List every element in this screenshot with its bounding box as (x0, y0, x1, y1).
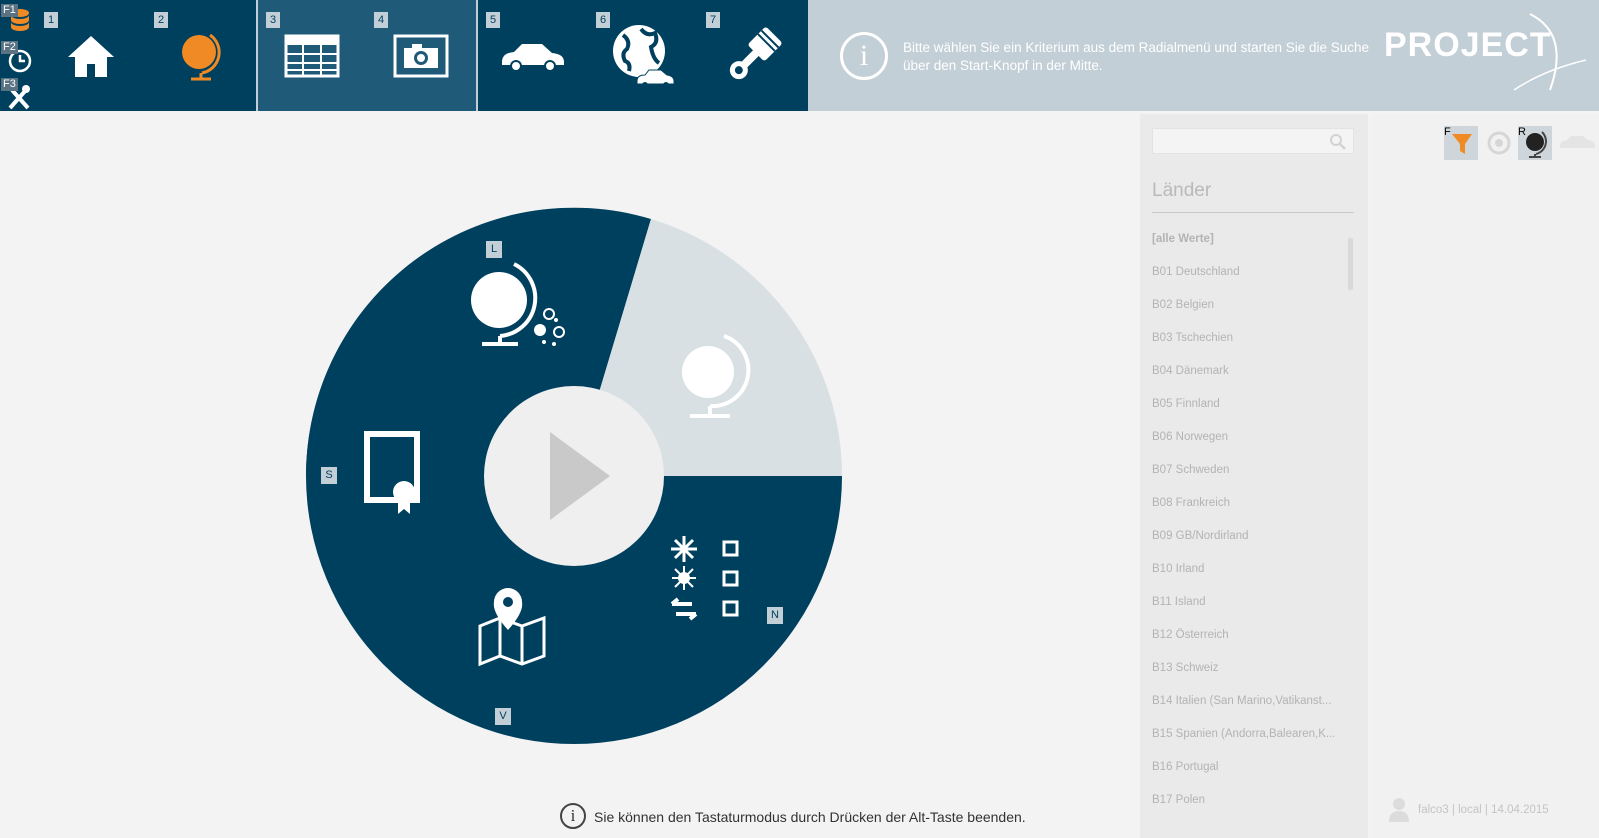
piston-icon (729, 27, 782, 80)
filter-panel: Länder [alle Werte] B01 Deutschland B02 Be… (1140, 114, 1368, 838)
car-outline-icon (1560, 136, 1595, 148)
shortcut-key: R (1518, 126, 1526, 138)
list-item[interactable]: B04 Dänemark (1152, 364, 1342, 397)
list-item[interactable]: B06 Norwegen (1152, 430, 1342, 463)
car-icon (502, 44, 564, 72)
hint-info-icon: i (560, 803, 586, 829)
search-input[interactable] (1152, 128, 1354, 154)
search-icon (1330, 134, 1346, 150)
list-item[interactable]: B15 Spanien (Andorra,Balearen,K... (1152, 727, 1342, 760)
key-badge-n: N (767, 607, 783, 624)
key-badge-s: S (321, 467, 337, 484)
key-badge-l: L (486, 241, 502, 258)
app-window: F1 F2 F3 1 2 3 4 5 6 7 i Bitte wählen Si… (0, 0, 1599, 838)
keyboard-mode-hint: Sie können den Tastaturmodus durch Drück… (594, 809, 1026, 825)
tile-car[interactable]: 5 (478, 0, 588, 111)
list-item[interactable]: B11 Island (1152, 595, 1342, 628)
tile-number: 7 (706, 12, 720, 28)
tile-globe[interactable]: 2 (146, 0, 256, 111)
status-line: falco3 | local | 14.04.2015 (1418, 804, 1549, 816)
shortcut-key: F (1444, 126, 1451, 138)
f3-key-label: F3 (1, 78, 18, 91)
info-icon: i (840, 32, 888, 80)
tile-table[interactable]: 3 (258, 0, 366, 111)
eye-button[interactable] (1482, 126, 1516, 160)
tile-number: 4 (374, 12, 388, 28)
logo-swoosh-icon (1513, 13, 1587, 91)
list-item[interactable]: B08 Frankreich (1152, 496, 1342, 529)
tile-number: 1 (44, 12, 58, 28)
tile-number: 3 (266, 12, 280, 28)
list-item[interactable]: B16 Portugal (1152, 760, 1342, 793)
f1-database-button[interactable]: F1 (0, 0, 36, 37)
camera-icon (393, 34, 449, 78)
tile-number: 6 (596, 12, 610, 28)
list-item[interactable]: [alle Werte] (1152, 232, 1342, 265)
list-item[interactable]: B03 Tschechien (1152, 331, 1342, 364)
tile-earth-car[interactable]: 6 (588, 0, 698, 111)
eye-icon (1487, 131, 1511, 155)
key-badge-v: V (495, 708, 511, 725)
f1-key-label: F1 (1, 4, 18, 17)
list-item[interactable]: B09 GB/Nordirland (1152, 529, 1342, 562)
filter-button[interactable]: F (1444, 126, 1478, 160)
list-item[interactable]: B13 Schweiz (1152, 661, 1342, 694)
user-icon (1389, 798, 1409, 822)
list-item[interactable]: B02 Belgien (1152, 298, 1342, 331)
panel-title: Länder (1152, 180, 1212, 201)
tile-camera[interactable]: 4 (366, 0, 476, 111)
side-panel: F R falco3 | local | 14.04.2015 (1372, 114, 1599, 838)
list-scrollbar[interactable] (1348, 238, 1353, 290)
globe-reset-button[interactable]: R (1518, 126, 1552, 160)
f2-key-label: F2 (1, 41, 18, 54)
country-list: [alle Werte] B01 Deutschland B02 Belgien B0… (1152, 232, 1342, 826)
earth-car-icon (613, 25, 675, 88)
divider (1152, 212, 1354, 213)
tile-piston[interactable]: 7 (698, 0, 808, 111)
table-icon (284, 34, 340, 78)
car-outline-button[interactable] (1556, 126, 1596, 160)
list-item[interactable]: B14 Italien (San Marino,Vatikanst... (1152, 694, 1342, 727)
function-key-column: F1 F2 F3 (0, 0, 36, 111)
list-item[interactable]: B07 Schweden (1152, 463, 1342, 496)
top-toolbar: F1 F2 F3 1 2 3 4 5 6 7 i Bitte wählen Si… (0, 0, 1599, 111)
globe-icon (182, 33, 221, 81)
list-item[interactable]: B10 Irland (1152, 562, 1342, 595)
f2-history-button[interactable]: F2 (0, 37, 36, 74)
tile-group-overview: 1 2 (36, 0, 256, 111)
list-item[interactable]: B05 Finnland (1152, 397, 1342, 430)
list-item[interactable]: B01 Deutschland (1152, 265, 1342, 298)
tile-number: 5 (486, 12, 500, 28)
home-icon (68, 36, 114, 77)
info-message: Bitte wählen Sie ein Kriterium aus dem R… (903, 40, 1370, 73)
tile-group-results: 3 4 (258, 0, 476, 111)
tile-number: 2 (154, 12, 168, 28)
f3-tools-button[interactable]: F3 (0, 74, 36, 111)
radial-menu: L S N V (304, 206, 844, 751)
list-item[interactable]: B17 Polen (1152, 793, 1342, 826)
tile-group-vehicles: 5 6 7 (478, 0, 808, 111)
list-item[interactable]: B12 Österreich (1152, 628, 1342, 661)
tile-home[interactable]: 1 (36, 0, 146, 111)
